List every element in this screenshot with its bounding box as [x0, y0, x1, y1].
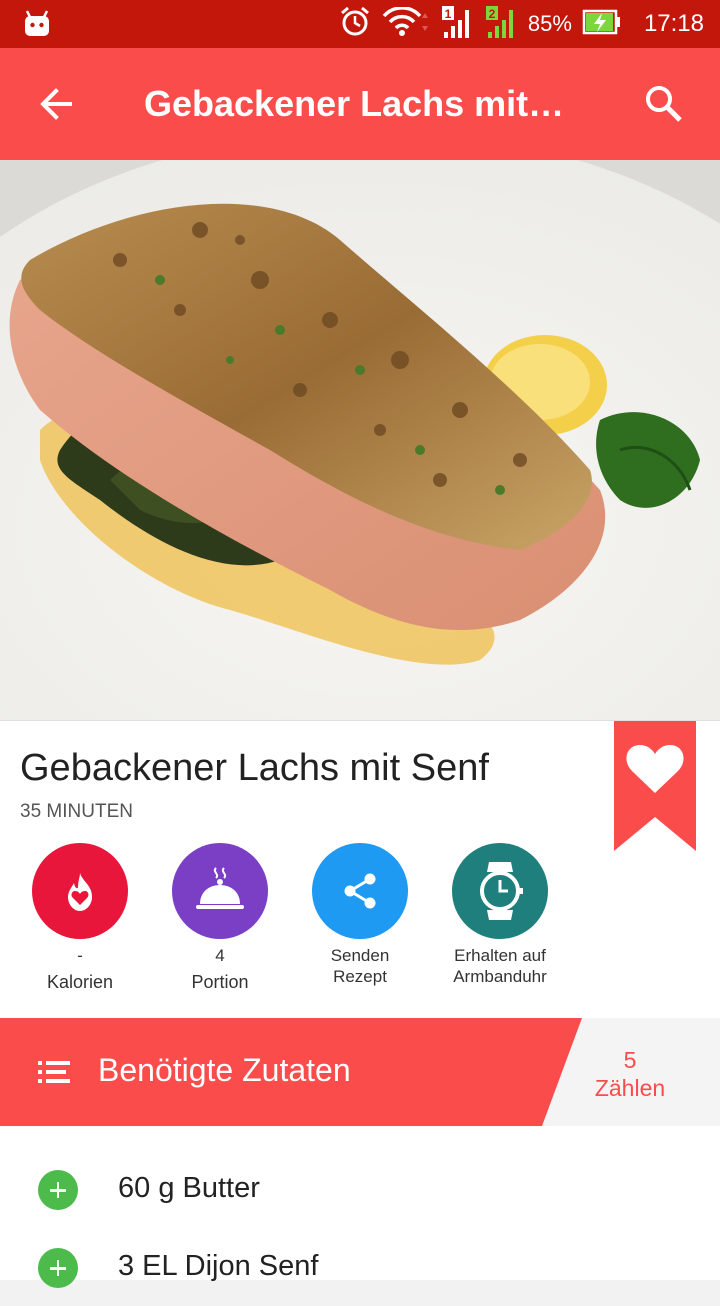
- wifi-icon: [382, 5, 430, 42]
- app-bar-title: Gebackener Lachs mit…: [144, 84, 565, 124]
- flame-heart-icon: [32, 843, 128, 939]
- battery-percent: 85%: [527, 11, 572, 36]
- heart-bookmark-icon[interactable]: [614, 721, 696, 851]
- recipe-photo: [0, 160, 720, 720]
- list-item: 3 EL Dijon Senf: [0, 1226, 720, 1306]
- add-circle-icon[interactable]: [38, 1170, 78, 1210]
- calories-action[interactable]: - Kalorien: [10, 843, 150, 994]
- watch-label-line2: Armbanduhr: [453, 967, 547, 986]
- recipe-title: Gebackener Lachs mit Senf: [20, 747, 489, 789]
- ingredients-title: Benötigte Zutaten: [98, 1052, 351, 1088]
- status-bar: 1 2 85% 17:18: [0, 0, 720, 48]
- calories-value: -: [77, 946, 83, 965]
- recipe-time: 35 MINUTEN: [20, 801, 133, 822]
- share-icon: [312, 843, 408, 939]
- portion-value: 4: [215, 946, 225, 965]
- watch-action[interactable]: Erhalten auf Armbanduhr: [430, 843, 570, 987]
- share-recipe-action[interactable]: Senden Rezept: [290, 843, 430, 987]
- calories-label: Kalorien: [46, 972, 114, 992]
- share-label-line2: Rezept: [333, 967, 387, 986]
- app-bar: Gebackener Lachs mit…: [0, 48, 720, 160]
- ingredients-list: 60 g Butter 3 EL Dijon Senf: [0, 1126, 720, 1288]
- svg-text:2: 2: [489, 7, 496, 21]
- ingredient-text: 60 g Butter: [118, 1172, 260, 1204]
- add-circle-icon[interactable]: [38, 1248, 78, 1288]
- ingredients-count: 5 Zählen: [580, 1046, 680, 1102]
- clock: 17:18: [643, 10, 704, 37]
- notification-android-icon: [24, 10, 50, 43]
- battery-charging-icon: [582, 8, 622, 41]
- ingredients-header: Benötigte Zutaten 5 Zählen: [0, 1018, 720, 1126]
- list-icon: [36, 1054, 72, 1090]
- ingredients-count-value: 5: [623, 1047, 637, 1073]
- portion-label: Portion: [191, 972, 249, 992]
- search-icon[interactable]: [642, 82, 686, 126]
- alarm-icon: [338, 5, 372, 44]
- signal-sim2-icon: 2: [484, 4, 518, 45]
- ingredients-count-label: Zählen: [594, 1075, 666, 1101]
- share-label-line1: Senden: [330, 946, 390, 965]
- portion-action[interactable]: 4 Portion: [150, 843, 290, 994]
- arrow-back-icon[interactable]: [36, 84, 76, 124]
- watch-icon: [452, 843, 548, 939]
- recipe-info-card: Gebackener Lachs mit Senf 35 MINUTEN - K…: [0, 720, 720, 1018]
- list-item: 60 g Butter: [0, 1148, 720, 1228]
- watch-label-line1: Erhalten auf: [454, 946, 546, 965]
- cloche-icon: [172, 843, 268, 939]
- ingredient-text: 3 EL Dijon Senf: [118, 1250, 319, 1282]
- signal-sim1-icon: 1: [440, 4, 474, 45]
- svg-text:1: 1: [445, 7, 452, 21]
